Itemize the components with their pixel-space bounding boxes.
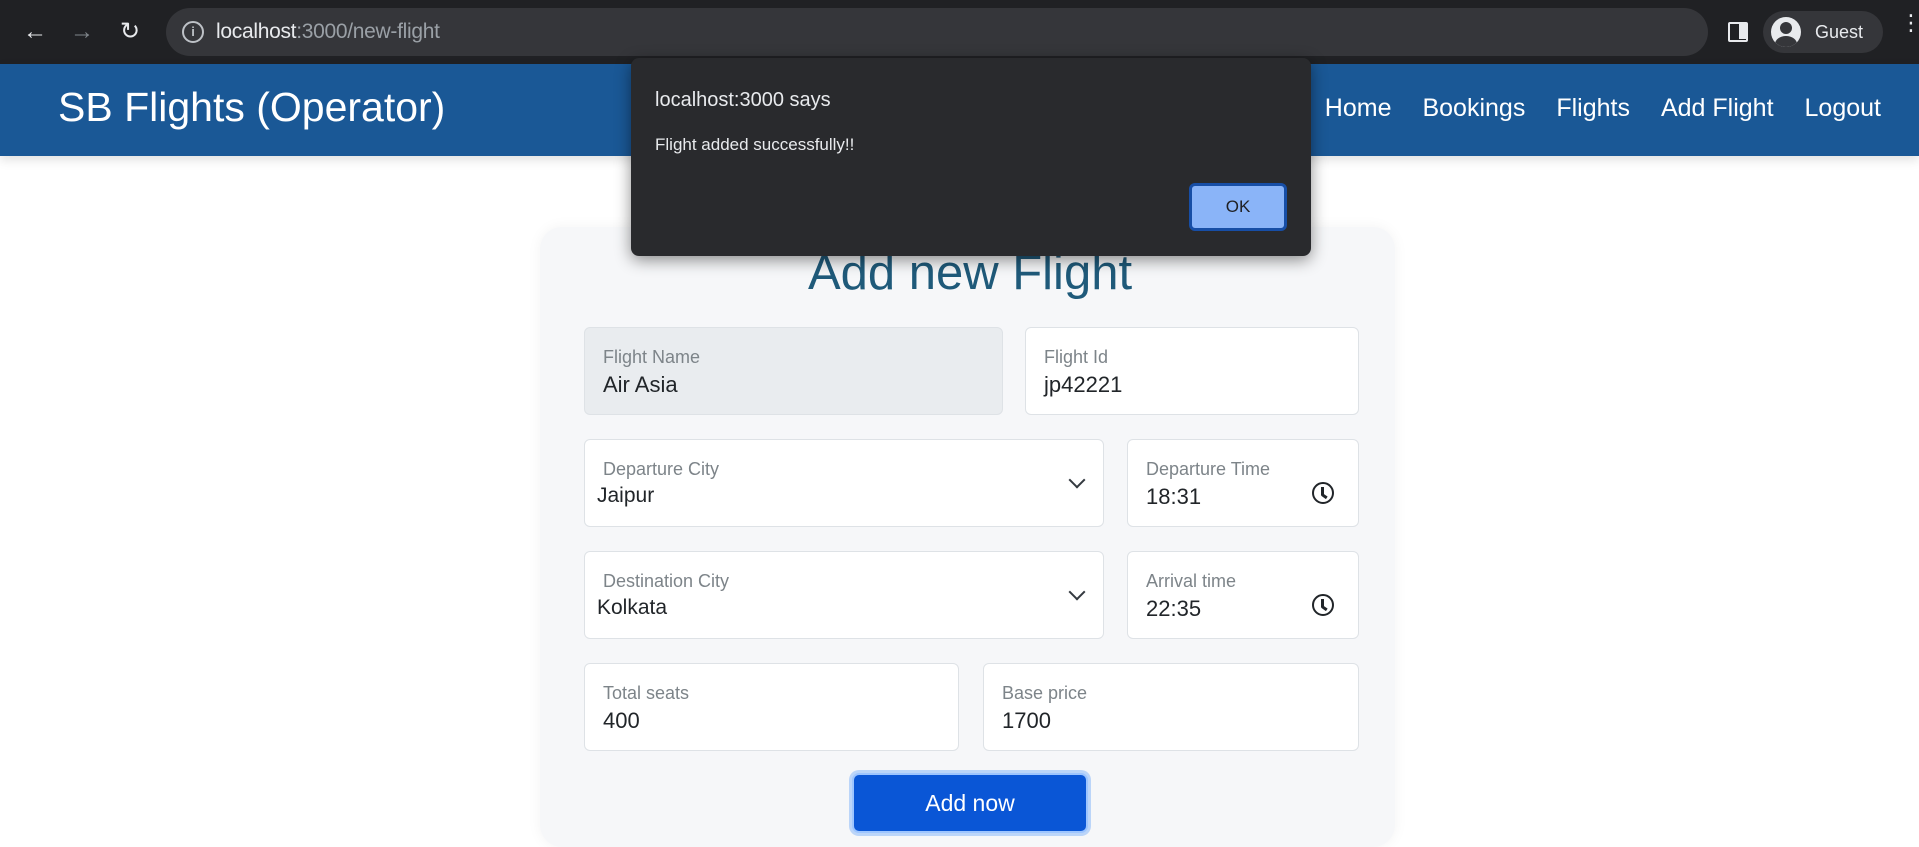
flight-name-label: Flight Name (603, 347, 701, 367)
flight-id-value: jp42221 (1044, 372, 1123, 397)
base-price-value: 1700 (1002, 708, 1051, 733)
browser-toolbar: ← → ↻ i localhost:3000/new-flight Guest … (0, 0, 1919, 64)
base-price-input[interactable]: Base price 1700 (983, 663, 1359, 751)
side-panel-icon[interactable] (1728, 22, 1748, 42)
clock-icon[interactable] (1312, 594, 1334, 616)
site-info-icon[interactable]: i (182, 21, 204, 43)
nav-logout[interactable]: Logout (1805, 94, 1881, 123)
total-seats-input[interactable]: Total seats 400 (584, 663, 959, 751)
back-arrow-icon[interactable]: ← (19, 16, 51, 48)
url-host: localhost (216, 20, 297, 43)
nav-bookings[interactable]: Bookings (1422, 94, 1525, 123)
nav-links: Home Bookings Flights Add Flight Logout (1325, 94, 1881, 123)
destination-city-value: Kolkata (597, 596, 668, 619)
nav-add-flight[interactable]: Add Flight (1661, 94, 1774, 123)
base-price-label: Base price (1002, 683, 1088, 703)
departure-city-value: Jaipur (597, 484, 655, 507)
departure-city-label: Departure City (603, 459, 720, 479)
avatar-icon (1771, 17, 1801, 47)
total-seats-label: Total seats (603, 683, 690, 703)
dialog-message: Flight added successfully!! (655, 135, 855, 154)
chevron-down-icon (1068, 471, 1086, 489)
nav-flights[interactable]: Flights (1556, 94, 1630, 123)
address-bar[interactable]: i localhost:3000/new-flight (166, 8, 1708, 56)
flight-id-field[interactable]: Flight Id jp42221 (1025, 327, 1359, 415)
add-now-button[interactable]: Add now (852, 773, 1088, 833)
reload-icon[interactable]: ↻ (114, 16, 146, 48)
departure-time-value: 18:31 (1146, 484, 1202, 509)
flight-name-field[interactable]: Flight Name Air Asia (584, 327, 1003, 415)
arrival-time-label: Arrival time (1146, 571, 1237, 591)
flight-name-value: Air Asia (603, 372, 678, 397)
url-path: :3000/new-flight (296, 20, 440, 43)
nav-home[interactable]: Home (1325, 94, 1392, 123)
departure-city-select[interactable]: Departure City Jaipur (584, 439, 1104, 527)
flight-id-label: Flight Id (1044, 347, 1109, 367)
total-seats-value: 400 (603, 708, 640, 733)
address-url[interactable]: localhost:3000/new-flight (216, 20, 440, 44)
arrival-time-value: 22:35 (1146, 596, 1202, 621)
more-menu-icon[interactable]: ⋮ (1900, 12, 1919, 34)
destination-city-label: Destination City (603, 571, 730, 591)
profile-button[interactable]: Guest (1763, 11, 1883, 53)
clock-icon[interactable] (1312, 482, 1334, 504)
brand-title: SB Flights (Operator) (58, 84, 446, 130)
arrival-time-input[interactable]: Arrival time 22:35 (1127, 551, 1359, 639)
ok-button[interactable]: OK (1189, 183, 1287, 231)
add-flight-card (540, 227, 1395, 847)
departure-time-label: Departure Time (1146, 459, 1271, 479)
profile-name: Guest (1815, 22, 1864, 42)
alert-dialog: localhost:3000 says Flight added success… (631, 58, 1311, 256)
destination-city-select[interactable]: Destination City Kolkata (584, 551, 1104, 639)
departure-time-input[interactable]: Departure Time 18:31 (1127, 439, 1359, 527)
dialog-origin: localhost:3000 says (655, 89, 831, 111)
chevron-down-icon (1068, 583, 1086, 601)
forward-arrow-icon[interactable]: → (66, 16, 98, 48)
